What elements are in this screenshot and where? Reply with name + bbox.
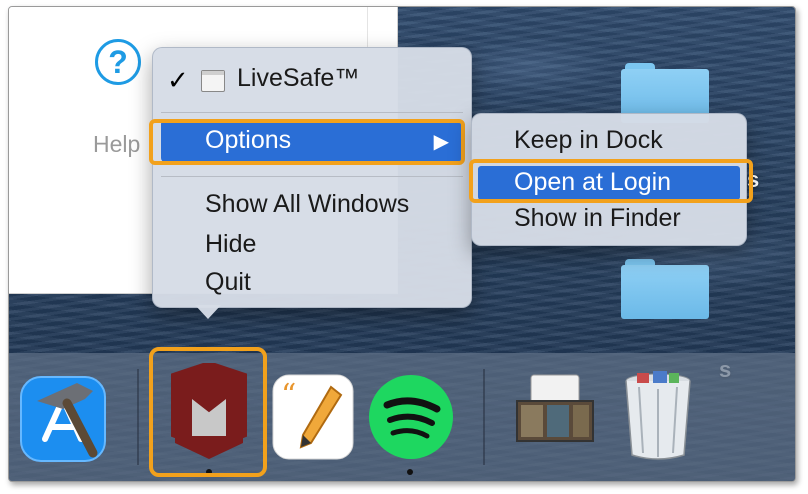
help-label: Help xyxy=(93,131,141,157)
spotify-icon[interactable] xyxy=(363,369,459,465)
menu-item-label: Show All Windows xyxy=(205,190,410,218)
open-at-login-annotation-outline xyxy=(469,159,753,203)
xcode-icon[interactable] xyxy=(15,369,111,465)
options-annotation-outline xyxy=(149,119,465,165)
running-indicator xyxy=(407,469,413,475)
help-icon[interactable]: ? xyxy=(95,39,141,85)
menu-item-label: Hide xyxy=(205,230,257,258)
menu-separator xyxy=(161,176,463,177)
folder-icon[interactable] xyxy=(621,259,709,319)
screenshot-frame: ? Help s s ✓ LiveSafe™ Options ▶ Show Al… xyxy=(8,6,796,482)
preview-icon[interactable] xyxy=(507,367,607,463)
pages-icon[interactable]: “ xyxy=(265,369,361,465)
dock-separator xyxy=(137,369,139,465)
menu-item-label: LiveSafe™ xyxy=(237,64,360,92)
window-icon xyxy=(201,70,225,92)
dock-context-menu: ✓ LiveSafe™ Options ▶ Show All Windows H… xyxy=(152,47,472,308)
checkmark-icon: ✓ xyxy=(167,65,189,95)
menu-item-label: Quit xyxy=(205,268,251,296)
svg-text:“: “ xyxy=(281,378,296,413)
dock-separator xyxy=(483,369,485,465)
trash-icon[interactable] xyxy=(613,367,703,467)
menu-item-label: Show in Finder xyxy=(514,204,681,232)
menu-item-label: Keep in Dock xyxy=(514,126,663,154)
livesafe-annotation-outline xyxy=(149,347,267,477)
menu-separator xyxy=(161,112,463,113)
menu-pointer xyxy=(195,305,221,319)
